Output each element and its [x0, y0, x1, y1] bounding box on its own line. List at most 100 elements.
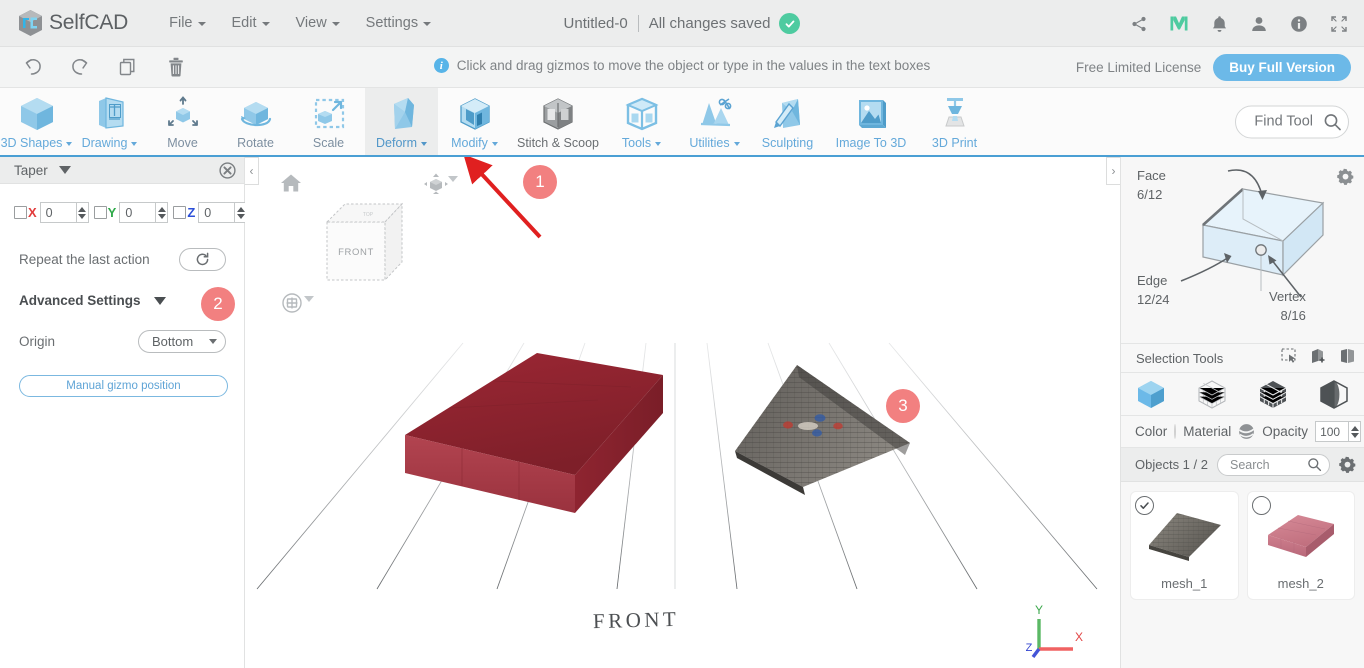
user-account-icon[interactable]: [1248, 13, 1270, 35]
face-mode-icon[interactable]: [1257, 379, 1289, 409]
ribbon-tool-move[interactable]: Move: [146, 88, 219, 155]
label-text: Deform: [376, 136, 417, 150]
document-name[interactable]: Untitled-0: [564, 15, 628, 32]
3d-viewport[interactable]: ‹ ›: [245, 157, 1120, 668]
object-selected-checkbox[interactable]: [1135, 496, 1154, 515]
ribbon-tool-modify[interactable]: Modify: [438, 88, 511, 155]
buy-full-version-button[interactable]: Buy Full Version: [1213, 54, 1351, 81]
undo-icon[interactable]: [17, 54, 47, 80]
vertex-mode-icon[interactable]: [1196, 379, 1228, 409]
chevron-down-icon[interactable]: [59, 166, 71, 174]
ribbon-tool-3d-shapes[interactable]: 3D Shapes: [0, 88, 73, 155]
menu-item-settings[interactable]: Settings: [353, 10, 444, 36]
invert-selection-icon[interactable]: [1339, 348, 1356, 369]
copy-icon[interactable]: [113, 54, 143, 80]
collapse-left-panel-handle[interactable]: ‹: [245, 157, 259, 185]
ribbon-tool-label: Utilities: [689, 136, 739, 150]
gray-shingle-pyramid-mesh[interactable]: [735, 363, 935, 518]
scale-icon: [308, 97, 350, 133]
ribbon-tool-tools[interactable]: Tools: [605, 88, 678, 155]
manual-gizmo-position-button[interactable]: Manual gizmo position: [19, 375, 228, 397]
axis-y-label: Y: [108, 205, 117, 220]
chevron-down-icon: [332, 22, 340, 26]
collapse-right-panel-handle[interactable]: ›: [1106, 157, 1120, 185]
ribbon-tool-scale[interactable]: Scale: [292, 88, 365, 155]
axis-y-stepper[interactable]: [155, 202, 168, 223]
edge-loop-mode-icon[interactable]: [1318, 379, 1350, 409]
menu-item-edit[interactable]: Edit: [219, 10, 283, 36]
brand-m-icon[interactable]: [1168, 13, 1190, 35]
axis-z-value[interactable]: 0: [198, 202, 234, 223]
info-icon[interactable]: [1288, 13, 1310, 35]
origin-label: Origin: [19, 334, 55, 349]
app-logo[interactable]: SelfCAD: [17, 9, 128, 37]
axis-x-checkbox[interactable]: [14, 206, 27, 219]
object-selected-checkbox[interactable]: [1252, 496, 1271, 515]
material-sphere-icon[interactable]: [1238, 423, 1255, 440]
menu-item-view[interactable]: View: [283, 10, 353, 36]
repeat-last-action-button[interactable]: [179, 248, 226, 271]
object-card-mesh-1[interactable]: mesh_1: [1131, 492, 1238, 599]
origin-select-value: Bottom: [152, 334, 193, 349]
callout-number: 3: [898, 396, 907, 416]
objects-settings-gear-icon[interactable]: [1339, 456, 1356, 473]
redo-icon[interactable]: [65, 54, 95, 80]
repeat-last-action-label: Repeat the last action: [19, 252, 150, 267]
ribbon-tool-utilities[interactable]: Utilities: [678, 88, 751, 155]
view-navigation-cube[interactable]: FRONT TOP: [325, 202, 403, 287]
label-text: Rotate: [237, 136, 274, 150]
menu-bar: SelfCAD File Edit View Settings Untitled…: [0, 0, 1364, 47]
ribbon-tool-3d-print[interactable]: 3D Print: [918, 88, 991, 155]
menu-item-file[interactable]: File: [156, 10, 218, 36]
axis-x-stepper[interactable]: [76, 202, 89, 223]
stepper-down-icon: [78, 214, 86, 219]
panel-title: Taper: [14, 163, 48, 178]
ribbon-tool-label: Modify: [451, 136, 498, 150]
share-icon[interactable]: [1128, 13, 1150, 35]
object-name: mesh_2: [1248, 570, 1355, 599]
notifications-bell-icon[interactable]: [1208, 13, 1230, 35]
object-mode-icon[interactable]: [1135, 379, 1167, 409]
ribbon-tool-drawing[interactable]: Drawing: [73, 88, 146, 155]
right-properties-panel: Face 6/12 Edge 12/24 Vertex 8/16 Selecti…: [1120, 157, 1364, 668]
menu-item-file-label: File: [169, 15, 192, 31]
find-tool-search[interactable]: Find Tool: [1235, 105, 1349, 138]
save-status-check-icon: [779, 13, 800, 34]
stepper-down-icon: [237, 214, 245, 219]
object-card-mesh-2[interactable]: mesh_2: [1248, 492, 1355, 599]
callout-number: 2: [213, 294, 222, 314]
opacity-stepper[interactable]: [1348, 421, 1361, 442]
red-slab-mesh[interactable]: [385, 335, 685, 525]
selection-tool-buttons: [1281, 348, 1356, 369]
origin-select[interactable]: Bottom: [138, 330, 226, 353]
axis-y-value[interactable]: 0: [119, 202, 155, 223]
ribbon-tool-rotate[interactable]: Rotate: [219, 88, 292, 155]
objects-search-input[interactable]: [1230, 458, 1307, 472]
opacity-value[interactable]: 100: [1315, 421, 1348, 442]
delete-icon[interactable]: [161, 54, 191, 80]
stepper-up-icon: [237, 207, 245, 212]
selection-tools-label: Selection Tools: [1136, 351, 1223, 366]
fullscreen-icon[interactable]: [1328, 13, 1350, 35]
selfcad-logo-icon: [17, 9, 44, 37]
close-panel-button[interactable]: [219, 162, 236, 179]
axis-x-value[interactable]: 0: [40, 202, 76, 223]
ribbon-tool-deform[interactable]: Deform: [365, 88, 438, 155]
view-pan-gizmo[interactable]: [280, 291, 314, 320]
ribbon-tool-stitch-scoop[interactable]: Stitch & Scoop: [511, 88, 605, 155]
chevron-down-icon: [131, 142, 137, 146]
rectangle-select-icon[interactable]: [1281, 348, 1298, 369]
axis-y-checkbox[interactable]: [94, 206, 107, 219]
view-orientation-gizmo[interactable]: [424, 173, 458, 200]
objects-search-box[interactable]: [1217, 454, 1330, 476]
axis-z-checkbox[interactable]: [173, 206, 186, 219]
edge-count-label: Edge 12/24: [1137, 271, 1170, 309]
ribbon-tool-label: Rotate: [237, 136, 274, 150]
selection-mode-diagram: Face 6/12 Edge 12/24 Vertex 8/16: [1121, 157, 1364, 343]
add-selection-icon[interactable]: [1310, 348, 1327, 369]
home-view-icon[interactable]: [280, 173, 302, 198]
axis-x-label: X: [1075, 630, 1083, 644]
ribbon-tool-sculpting[interactable]: Sculpting: [751, 88, 824, 155]
ribbon-tool-image-to-3d[interactable]: Image To 3D: [824, 88, 918, 155]
color-swatch[interactable]: [1174, 424, 1176, 439]
